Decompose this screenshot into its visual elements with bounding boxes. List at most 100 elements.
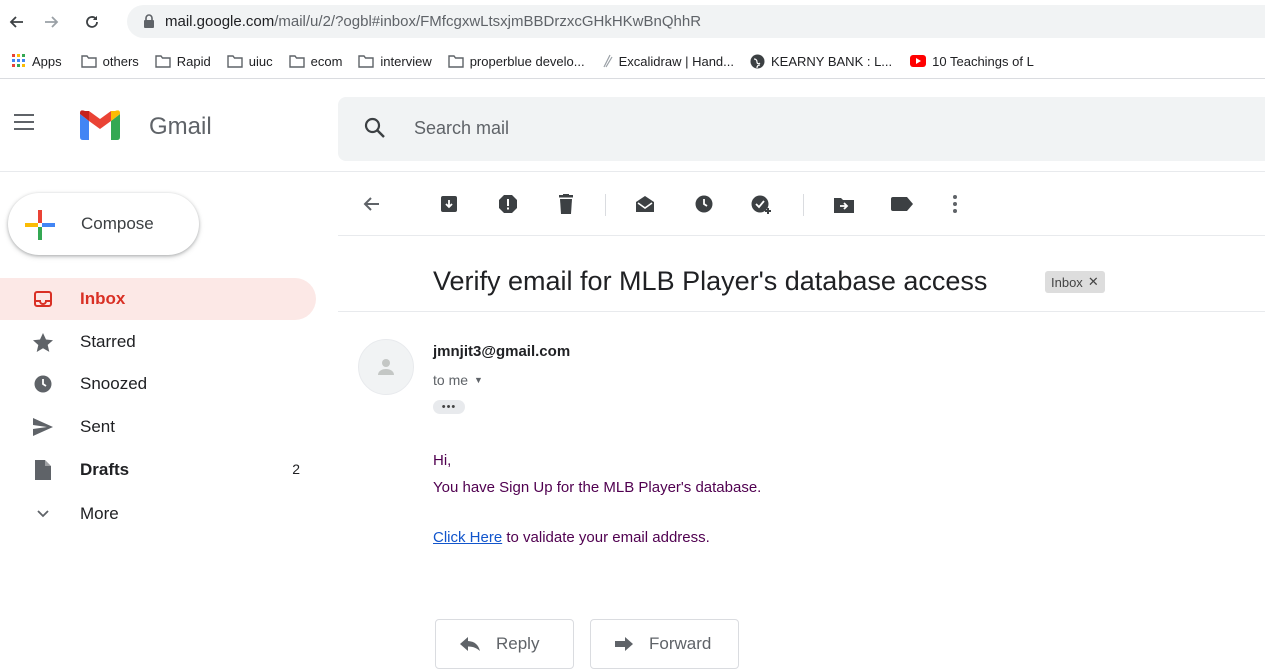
bookmark-label: KEARNY BANK : L... <box>771 53 893 69</box>
sidebar-item-sent[interactable]: Sent <box>0 406 316 448</box>
apps-grid-icon <box>12 54 25 67</box>
browser-toolbar: mail.google.com/mail/u/2/?ogbl#inbox/FMf… <box>0 0 1265 44</box>
excalidraw-icon <box>603 54 613 68</box>
bookmark-folder-uiuc[interactable]: uiuc <box>227 54 273 69</box>
sidebar-item-label: Drafts <box>80 460 130 479</box>
bookmark-label: Apps <box>32 53 62 69</box>
compose-button[interactable]: Compose <box>8 193 199 255</box>
avatar[interactable] <box>358 339 414 395</box>
lock-icon <box>144 14 154 28</box>
forward-label: Forward <box>649 634 712 653</box>
bookmark-label: 10 Teachings of L <box>932 53 1034 69</box>
bookmark-label: ecom <box>310 53 343 69</box>
forward-icon <box>615 637 633 651</box>
compose-plus-icon <box>25 210 55 240</box>
body-line-2: Click Here to validate your email addres… <box>433 529 710 546</box>
sidebar-item-drafts[interactable]: Drafts 2 <box>0 449 316 491</box>
search-input[interactable]: Search mail <box>414 118 509 139</box>
bookmark-label: Excalidraw | Hand... <box>618 53 734 69</box>
bookmark-excalidraw[interactable]: Excalidraw | Hand... <box>601 54 734 69</box>
reload-icon[interactable] <box>80 10 104 34</box>
reply-label: Reply <box>496 634 540 653</box>
bookmark-folder-interview[interactable]: interview <box>358 53 432 69</box>
add-to-tasks-icon[interactable] <box>750 192 774 216</box>
recipient-details[interactable]: to me ▼ <box>433 372 483 388</box>
bookmark-kearny-bank[interactable]: KEARNY BANK : L... <box>750 54 892 69</box>
recipient-text: to me <box>433 372 469 388</box>
toolbar-separator <box>803 194 804 216</box>
bookmark-label: properblue develo... <box>469 53 585 69</box>
back-arrow-icon[interactable] <box>4 10 28 34</box>
snooze-clock-icon[interactable] <box>692 192 716 216</box>
bookmark-folder-rapid[interactable]: Rapid <box>155 54 211 69</box>
bookmarks-bar: Apps others Rapid uiuc ecom interview pr… <box>0 44 1265 79</box>
header-divider <box>0 171 1265 172</box>
show-trimmed-content-button[interactable]: ••• <box>433 400 465 414</box>
report-spam-icon[interactable] <box>496 192 520 216</box>
sidebar-item-starred[interactable]: Starred <box>0 321 316 363</box>
send-icon <box>33 417 53 437</box>
chevron-down-icon <box>33 504 53 524</box>
bookmark-label: uiuc <box>248 53 273 69</box>
email-subject: Verify email for MLB Player's database a… <box>433 266 988 296</box>
toolbar-separator <box>605 194 606 216</box>
drafts-count: 2 <box>292 461 300 477</box>
globe-icon <box>750 54 765 68</box>
inbox-label-chip: Inbox ✕ <box>1045 271 1105 293</box>
bookmark-label: interview <box>380 53 432 69</box>
bookmark-folder-others[interactable]: others <box>80 53 139 69</box>
search-bar[interactable]: Search mail <box>338 97 1265 161</box>
toolbar-divider <box>338 235 1265 236</box>
gmail-logo-icon[interactable] <box>80 110 120 140</box>
folder-icon <box>80 54 97 68</box>
bookmark-label: Rapid <box>176 53 211 69</box>
delete-icon[interactable] <box>554 192 578 216</box>
inbox-icon <box>33 289 53 309</box>
sender-email[interactable]: jmnjit3@gmail.com <box>433 343 570 360</box>
remove-label-icon[interactable]: ✕ <box>1088 274 1099 290</box>
body-greeting: Hi, <box>433 452 452 469</box>
folder-icon <box>227 54 243 68</box>
person-icon <box>378 359 394 375</box>
bookmark-youtube[interactable]: 10 Teachings of L <box>910 54 1034 69</box>
more-options-icon[interactable] <box>943 192 967 216</box>
url-path: /mail/u/2/?ogbl#inbox/FMfcgxwLtsxjmBBDrz… <box>274 13 702 30</box>
sidebar-item-more[interactable]: More <box>0 493 316 535</box>
forward-arrow-icon[interactable] <box>40 10 64 34</box>
folder-icon <box>448 54 464 68</box>
star-icon <box>33 332 53 352</box>
mark-unread-icon[interactable] <box>633 192 657 216</box>
sidebar-item-label: Sent <box>80 417 115 436</box>
sidebar-item-label: More <box>80 504 119 523</box>
address-bar[interactable]: mail.google.com/mail/u/2/?ogbl#inbox/FMf… <box>127 5 1265 38</box>
compose-label: Compose <box>81 214 154 233</box>
sidebar-item-label: Inbox <box>80 289 126 308</box>
youtube-icon <box>910 55 927 67</box>
sidebar-item-inbox[interactable]: Inbox <box>0 278 316 320</box>
sidebar-item-snoozed[interactable]: Snoozed <box>0 363 316 405</box>
back-to-inbox-icon[interactable] <box>359 192 383 216</box>
move-to-icon[interactable] <box>832 192 856 216</box>
url-text: mail.google.com/mail/u/2/?ogbl#inbox/FMf… <box>165 13 701 30</box>
bookmark-apps[interactable]: Apps <box>12 54 62 69</box>
label-icon[interactable] <box>890 192 914 216</box>
main-menu-icon[interactable] <box>14 112 40 132</box>
draft-icon <box>33 460 53 480</box>
recipient-dropdown-icon[interactable]: ▼ <box>474 375 483 385</box>
label-chip-text: Inbox <box>1051 274 1083 290</box>
archive-icon[interactable] <box>437 192 461 216</box>
bookmark-folder-ecom[interactable]: ecom <box>288 53 343 69</box>
search-icon[interactable] <box>364 117 386 139</box>
url-host: mail.google.com <box>165 13 275 30</box>
bookmark-label: others <box>102 53 139 69</box>
folder-icon <box>155 54 171 68</box>
clock-icon <box>33 374 53 394</box>
gmail-wordmark[interactable]: Gmail <box>149 113 212 141</box>
sidebar-item-label: Snoozed <box>80 374 148 393</box>
folder-icon <box>358 54 375 68</box>
sidebar-item-label: Starred <box>80 332 136 351</box>
validate-link[interactable]: Click Here <box>433 529 502 546</box>
bookmark-folder-properblue[interactable]: properblue develo... <box>448 54 585 69</box>
body-line-2-rest: to validate your email address. <box>502 529 710 546</box>
subject-divider <box>338 311 1265 312</box>
